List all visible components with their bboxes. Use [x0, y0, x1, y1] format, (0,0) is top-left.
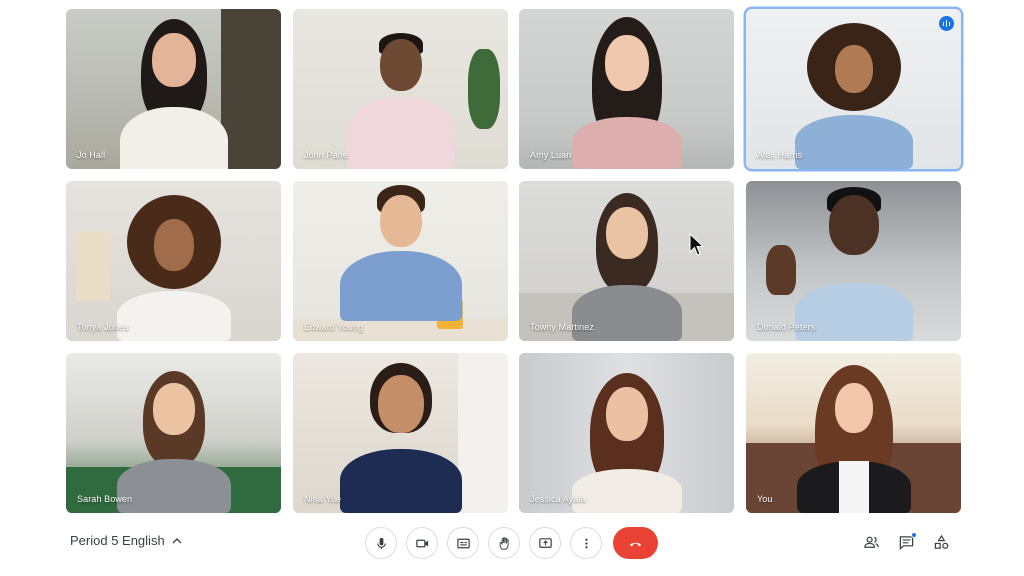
participant-tile[interactable]: Edward Young — [293, 181, 508, 341]
video-feed — [66, 353, 281, 513]
people-icon — [864, 536, 879, 548]
participant-tile-self[interactable]: You — [746, 353, 961, 513]
more-options-button[interactable] — [570, 527, 602, 559]
participant-grid: Jo Hall John Pane Amy Luan Alex Harris T… — [66, 9, 961, 513]
more-options-icon — [584, 538, 588, 548]
participant-tile[interactable]: Jessica Ayala — [519, 353, 734, 513]
chat-button[interactable] — [897, 532, 917, 552]
video-feed — [746, 9, 961, 169]
video-feed — [293, 181, 508, 341]
participant-name: John Pane — [304, 150, 348, 160]
participant-name: Donald Peters — [757, 322, 816, 332]
participant-name: Tonya Jones — [77, 322, 129, 332]
captions-icon — [456, 538, 470, 548]
participant-tile[interactable]: Amy Luan — [519, 9, 734, 169]
participant-name: Jessica Ayala — [530, 494, 586, 504]
activities-icon — [934, 534, 949, 549]
call-controls — [365, 527, 658, 559]
present-screen-icon — [538, 537, 552, 548]
captions-button[interactable] — [447, 527, 479, 559]
video-feed — [293, 9, 508, 169]
camera-icon — [415, 539, 428, 547]
participant-name: Alex Harris — [757, 150, 803, 160]
video-feed — [66, 9, 281, 169]
chevron-up-icon — [172, 537, 182, 543]
participant-name: You — [757, 494, 773, 504]
present-screen-button[interactable] — [529, 527, 561, 559]
meeting-title: Period 5 English — [70, 533, 165, 548]
participant-tile[interactable]: Sarah Bowen — [66, 353, 281, 513]
video-feed — [519, 181, 734, 341]
participant-tile[interactable]: John Pane — [293, 9, 508, 169]
end-call-icon — [629, 542, 642, 546]
notification-dot — [911, 532, 917, 538]
video-feed — [293, 353, 508, 513]
video-feed — [66, 181, 281, 341]
microphone-button[interactable] — [365, 527, 397, 559]
video-feed — [746, 181, 961, 341]
participant-tile[interactable]: Tonya Jones — [66, 181, 281, 341]
participant-tile[interactable]: Nina Yue — [293, 353, 508, 513]
participant-name: Sarah Bowen — [77, 494, 133, 504]
end-call-button[interactable] — [613, 527, 658, 559]
people-button[interactable] — [862, 533, 881, 552]
video-feed — [746, 353, 961, 513]
participant-name: Edward Young — [304, 322, 364, 332]
call-controls-bar: Period 5 English — [0, 520, 1024, 570]
raise-hand-button[interactable] — [488, 527, 520, 559]
speaking-indicator-icon — [939, 16, 954, 31]
participant-tile[interactable]: Towny Martinez — [519, 181, 734, 341]
side-controls — [862, 532, 951, 552]
participant-tile-active-speaker[interactable]: Alex Harris — [746, 9, 961, 169]
video-feed — [519, 353, 734, 513]
participant-tile[interactable]: Donald Peters — [746, 181, 961, 341]
participant-name: Jo Hall — [77, 150, 106, 160]
activities-button[interactable] — [932, 533, 951, 552]
camera-button[interactable] — [406, 527, 438, 559]
raise-hand-icon — [499, 536, 509, 550]
participant-name: Amy Luan — [530, 150, 572, 160]
participant-tile[interactable]: Jo Hall — [66, 9, 281, 169]
meeting-details-toggle[interactable]: Period 5 English — [70, 533, 183, 548]
participant-name: Nina Yue — [304, 494, 342, 504]
participant-name: Towny Martinez — [530, 322, 594, 332]
video-feed — [519, 9, 734, 169]
meet-window: Jo Hall John Pane Amy Luan Alex Harris T… — [0, 0, 1024, 576]
microphone-icon — [376, 537, 386, 549]
mouse-cursor-icon — [689, 233, 705, 256]
